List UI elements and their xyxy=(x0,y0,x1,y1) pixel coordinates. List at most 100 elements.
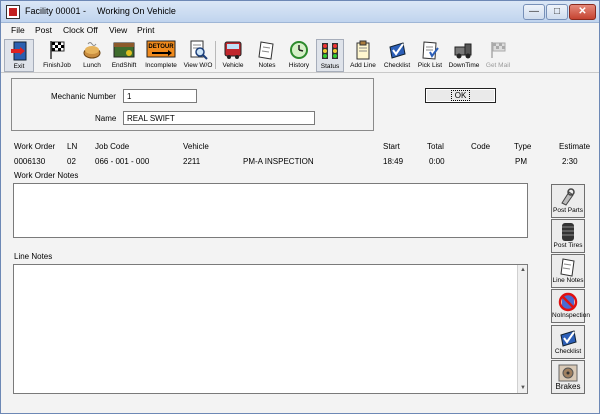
mechanic-name-field[interactable]: REAL SWIFT xyxy=(123,111,315,125)
header-total: Total xyxy=(427,142,444,151)
toolbar: Exit FinishJob Lunch EndShift DETOUR Inc… xyxy=(1,37,599,73)
traffic-light-icon xyxy=(322,43,338,59)
notepad-icon xyxy=(258,41,274,60)
toolbar-finishjob-button[interactable]: FinishJob xyxy=(39,39,75,72)
line-notes-scrollbar[interactable]: ▲ ▼ xyxy=(517,265,527,393)
checklist-icon xyxy=(560,330,577,347)
toolbar-history-button[interactable]: History xyxy=(285,39,313,72)
no-inspection-button[interactable]: NoInspection xyxy=(551,289,590,323)
checklist-icon xyxy=(389,42,406,59)
toolbar-downtime-label: DownTime xyxy=(448,62,480,69)
parts-icon xyxy=(561,188,575,206)
toolbar-finishjob-label: FinishJob xyxy=(43,62,71,69)
toolbar-notes-label: Notes xyxy=(258,62,276,69)
header-job-code: Job Code xyxy=(95,142,130,151)
brakes-button[interactable]: Brakes xyxy=(551,360,585,394)
header-work-order: Work Order xyxy=(14,142,56,151)
toolbar-view-wo-label: View W/O xyxy=(183,62,213,69)
magnifier-document-icon xyxy=(190,40,208,60)
header-code: Code xyxy=(471,142,491,151)
notepad-icon xyxy=(560,258,575,277)
finish-flag-icon xyxy=(50,41,65,59)
toolbar-lunch-button[interactable]: Lunch xyxy=(77,39,107,72)
toolbar-history-label: History xyxy=(288,62,310,69)
toolbar-endshift-label: EndShift xyxy=(111,62,137,69)
ok-button[interactable]: OK xyxy=(425,88,496,103)
window-title-context: Working On Vehicle xyxy=(97,6,176,16)
menu-bar: File Post Clock Off View Print xyxy=(1,23,599,37)
pick-list-icon xyxy=(422,41,439,60)
post-tires-button[interactable]: Post Tires xyxy=(551,219,585,253)
toolbar-pick-list-label: Pick List xyxy=(417,62,443,69)
toolbar-vehicle-button[interactable]: Vehicle xyxy=(219,39,247,72)
ok-button-label: OK xyxy=(450,90,471,101)
bus-icon xyxy=(224,41,242,59)
menu-view[interactable]: View xyxy=(109,25,127,35)
toolbar-exit-button[interactable]: Exit xyxy=(4,39,34,72)
minimize-button[interactable]: — xyxy=(523,4,545,20)
detour-sign-icon: DETOUR xyxy=(146,40,176,58)
title-bar[interactable]: Facility 00001 - Working On Vehicle — □ … xyxy=(1,1,599,23)
lunch-icon xyxy=(83,42,101,59)
toolbar-vehicle-label: Vehicle xyxy=(222,62,244,69)
tire-icon xyxy=(562,223,574,241)
work-order-notes-textarea[interactable] xyxy=(13,183,528,238)
line-notes-button[interactable]: Line Notes xyxy=(551,254,585,288)
header-type: Type xyxy=(514,142,532,151)
maximize-button[interactable]: □ xyxy=(546,4,568,20)
toolbar-exit-label: Exit xyxy=(13,63,25,70)
mechanic-number-field[interactable]: 1 xyxy=(123,89,197,103)
row-vehicle: 2211 xyxy=(183,157,201,166)
row-total: 0:00 xyxy=(429,157,445,166)
line-notes-button-label: Line Notes xyxy=(552,277,584,284)
window-title-facility: Facility 00001 - xyxy=(25,6,87,16)
post-parts-button[interactable]: Post Parts xyxy=(551,184,585,218)
toolbar-status-label: Status xyxy=(320,63,340,70)
header-estimate: Estimate xyxy=(559,142,591,151)
scroll-up-arrow[interactable]: ▲ xyxy=(519,266,527,274)
toolbar-downtime-button[interactable]: DownTime xyxy=(448,39,480,72)
toolbar-get-mail-button[interactable]: Get Mail xyxy=(482,39,514,72)
header-vehicle: Vehicle xyxy=(183,142,209,151)
toolbar-incomplete-label: Incomplete xyxy=(145,62,177,69)
add-line-icon xyxy=(356,40,370,60)
menu-clock-off[interactable]: Clock Off xyxy=(63,25,98,35)
brakes-icon xyxy=(558,364,578,382)
tow-truck-icon xyxy=(454,43,472,59)
mechanic-number-label: Mechanic Number xyxy=(51,92,116,101)
mechanic-name-label: Name xyxy=(95,114,117,123)
row-ln: 02 xyxy=(67,157,76,166)
toolbar-endshift-button[interactable]: EndShift xyxy=(108,39,140,72)
checklist-side-button[interactable]: Checklist xyxy=(551,325,585,359)
toolbar-pick-list-button[interactable]: Pick List xyxy=(415,39,445,72)
menu-post[interactable]: Post xyxy=(35,25,52,35)
exit-icon xyxy=(11,41,27,61)
menu-file[interactable]: File xyxy=(11,25,25,35)
row-description: PM-A INSPECTION xyxy=(243,157,314,166)
toolbar-add-line-button[interactable]: Add Line xyxy=(347,39,379,72)
row-job-code: 066 - 001 - 000 xyxy=(95,157,150,166)
line-notes-textarea[interactable]: ▲ ▼ xyxy=(13,264,528,394)
header-start: Start xyxy=(383,142,400,151)
close-button[interactable]: ✕ xyxy=(569,4,596,20)
post-tires-label: Post Tires xyxy=(553,242,583,249)
line-notes-label: Line Notes xyxy=(14,252,53,261)
row-start: 18:49 xyxy=(383,157,404,166)
main-window: Facility 00001 - Working On Vehicle — □ … xyxy=(0,0,600,414)
scroll-down-arrow[interactable]: ▼ xyxy=(519,384,527,392)
post-parts-label: Post Parts xyxy=(553,207,583,214)
toolbar-notes-button[interactable]: Notes xyxy=(254,39,280,72)
toolbar-incomplete-button[interactable]: DETOUR Incomplete xyxy=(142,39,180,72)
header-ln: LN xyxy=(67,142,78,151)
detour-sign-text: DETOUR xyxy=(148,44,174,50)
toolbar-view-wo-button[interactable]: View W/O xyxy=(183,39,213,72)
menu-print[interactable]: Print xyxy=(137,25,154,35)
toolbar-add-line-label: Add Line xyxy=(350,62,376,69)
brakes-label: Brakes xyxy=(555,382,581,391)
history-icon xyxy=(290,41,308,59)
toolbar-checklist-button[interactable]: Checklist xyxy=(381,39,413,72)
app-icon xyxy=(6,5,20,19)
toolbar-lunch-label: Lunch xyxy=(83,62,101,69)
toolbar-status-button[interactable]: Status xyxy=(316,39,344,72)
row-work-order: 0006130 xyxy=(14,157,46,166)
